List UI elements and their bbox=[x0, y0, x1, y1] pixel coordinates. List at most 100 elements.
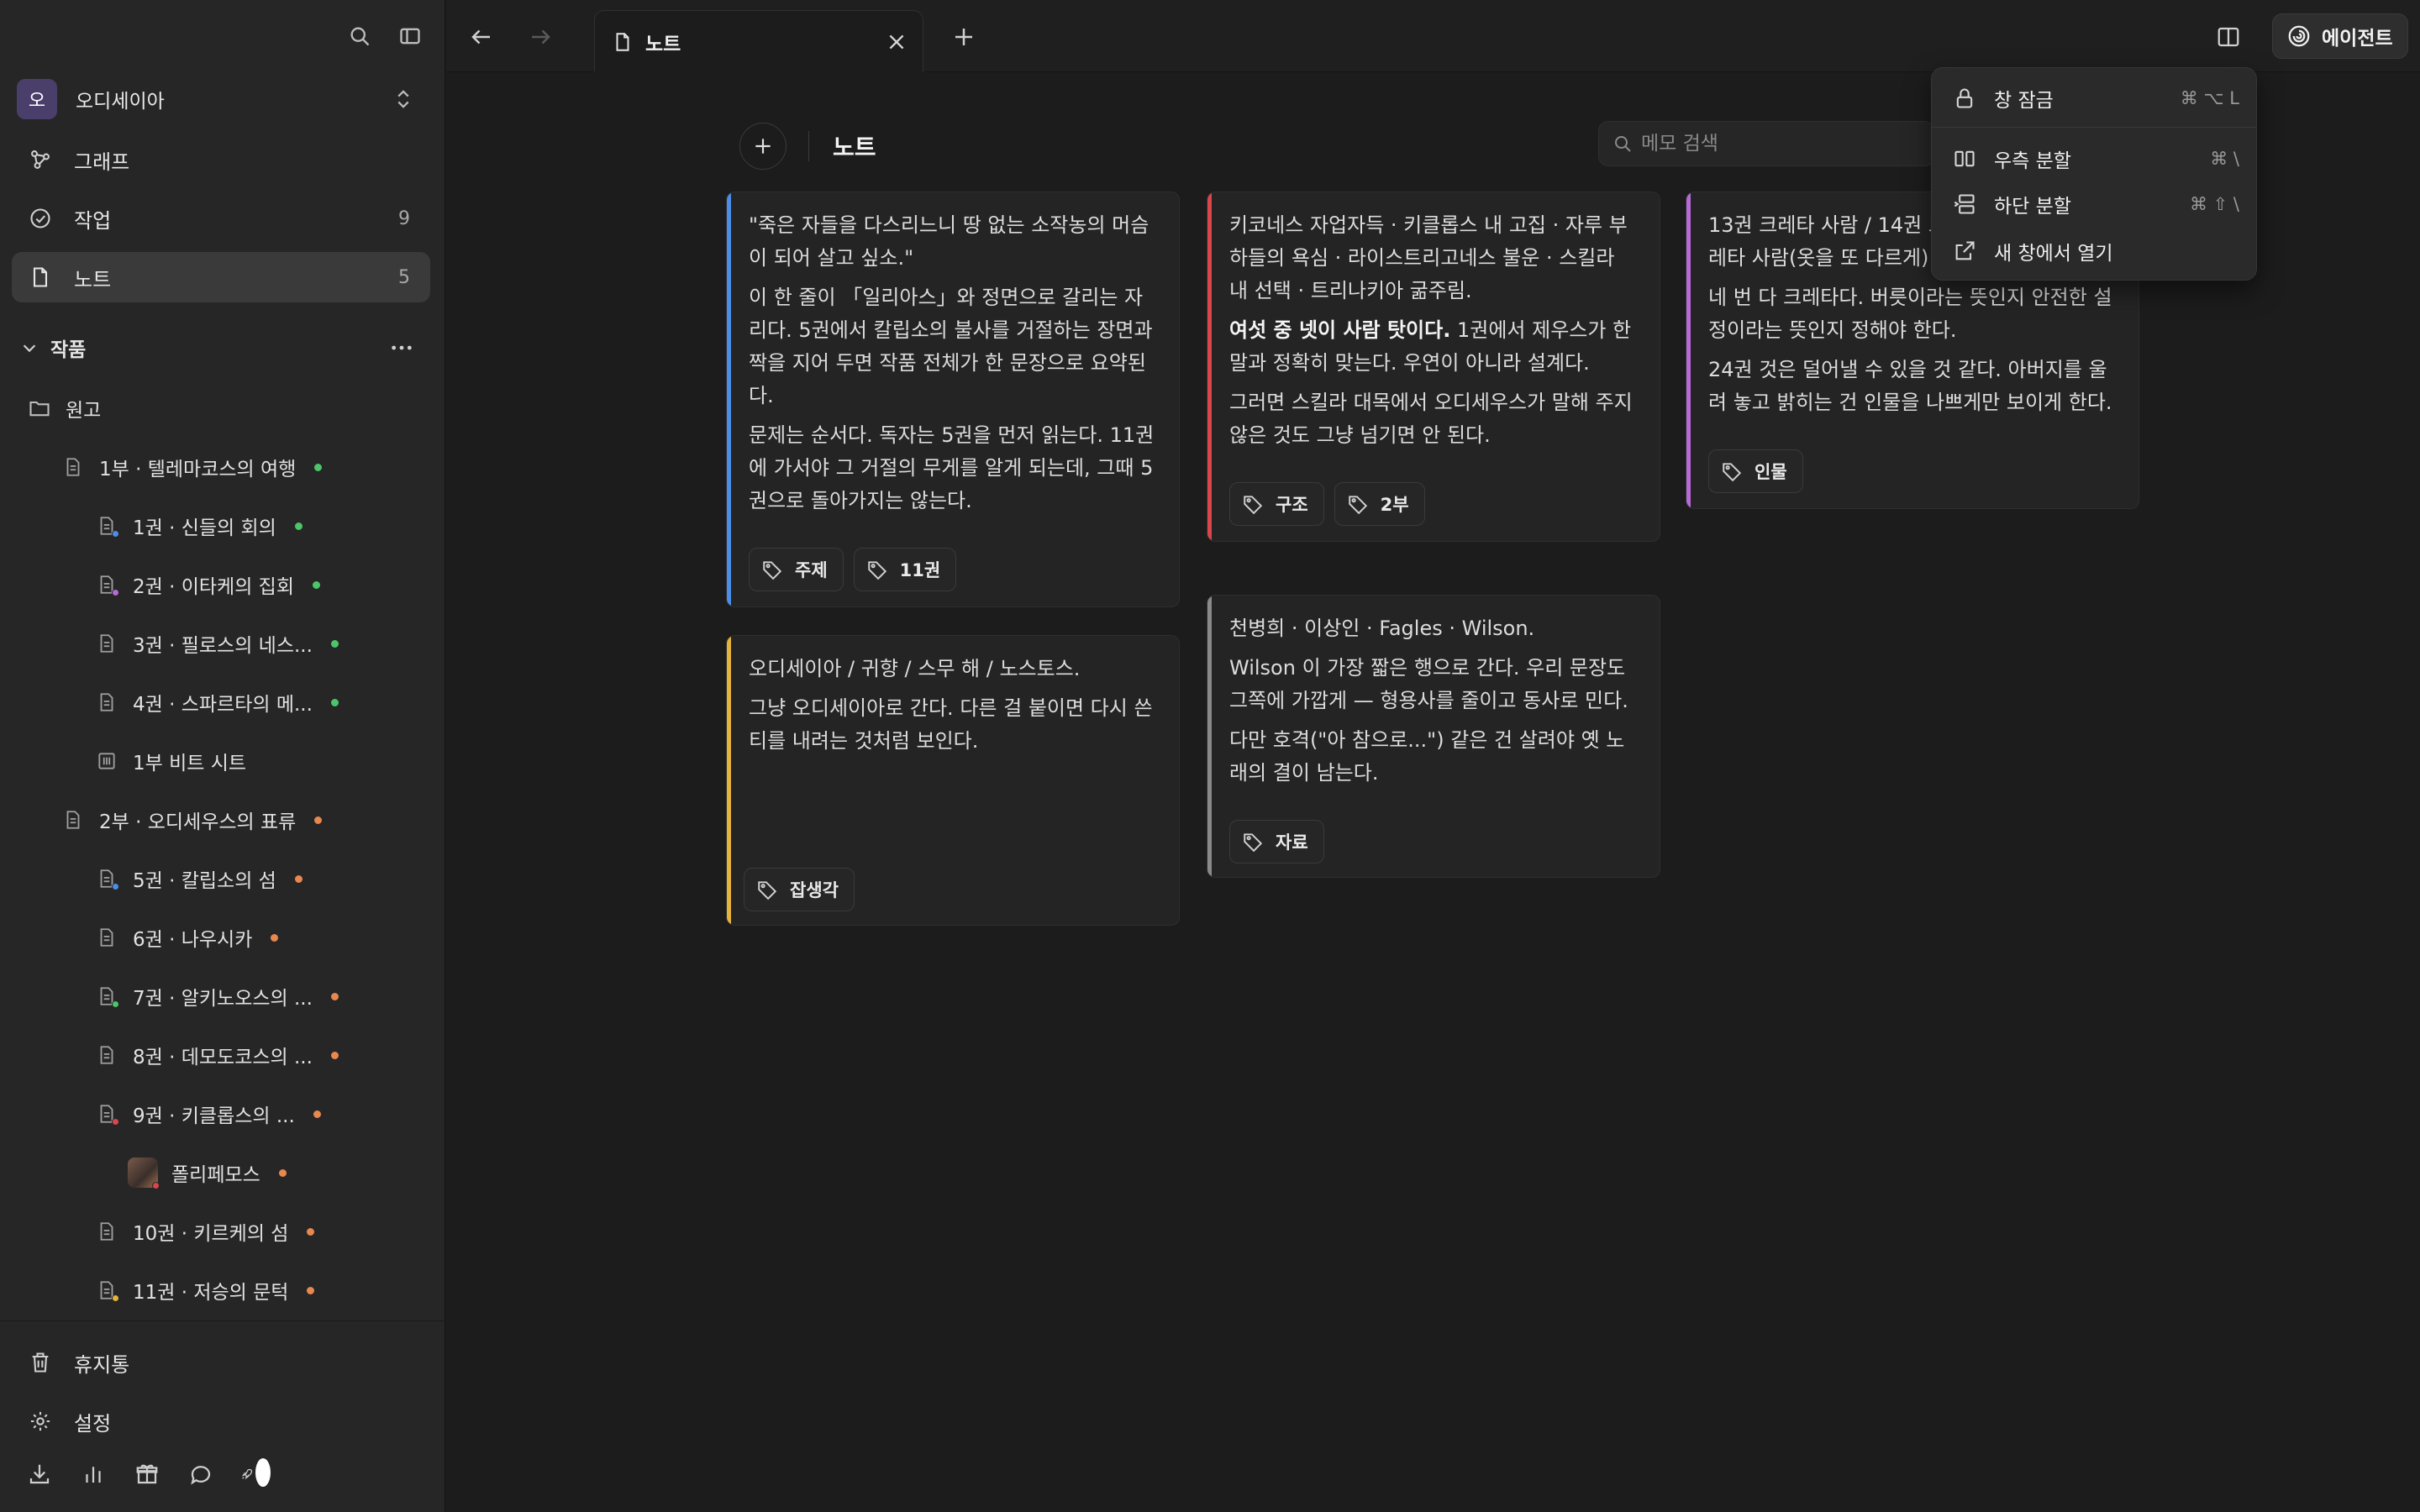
tag-chip[interactable]: 잡생각 bbox=[744, 868, 855, 911]
status-dot bbox=[307, 1286, 315, 1294]
sidebar: 오 오디세이아 그래프 작업 9 노트 5 작품 원고 1부 · 텔레마코스의 … bbox=[0, 0, 445, 1512]
nav-item-settings[interactable]: 설정 bbox=[12, 1396, 430, 1446]
tree-item-doc[interactable]: 8권 · 데모도코스의 ... bbox=[94, 1032, 339, 1079]
tree-item-doc[interactable]: 11권 · 저승의 문턱 bbox=[94, 1267, 315, 1314]
back-arrow-icon[interactable] bbox=[465, 20, 498, 54]
tag-chip[interactable]: 자료 bbox=[1229, 820, 1324, 864]
note-card[interactable]: "죽은 자들을 다스리느니 땅 없는 소작농의 머슴이 되어 살고 싶소." 이… bbox=[726, 192, 1180, 607]
rocket-icon[interactable] bbox=[240, 1458, 271, 1488]
menu-item-open-new-window[interactable]: 새 창에서 열기 bbox=[1937, 229, 2251, 273]
tree-item-doc[interactable]: 1권 · 신들의 회의 bbox=[94, 502, 302, 549]
note-text: "죽은 자들을 다스리느니 땅 없는 소작농의 머슴이 되어 살고 싶소." bbox=[749, 213, 1150, 270]
tree-label: 1부 · 텔레마코스의 여행 bbox=[99, 459, 297, 480]
split-right-icon bbox=[1952, 146, 1977, 171]
beat-sheet-icon bbox=[94, 748, 119, 774]
tag-list: 주제 11권 bbox=[749, 548, 1157, 591]
menu-item-lock-window[interactable]: 창 잠금 ⌘ ⌥ L bbox=[1937, 76, 2251, 120]
sidebar-divider bbox=[0, 1320, 445, 1321]
agent-button[interactable]: 에이전트 bbox=[2272, 13, 2408, 59]
stats-icon[interactable] bbox=[79, 1460, 108, 1488]
tree-label: 3권 · 필로스의 네스... bbox=[133, 635, 313, 657]
forward-arrow-icon[interactable] bbox=[523, 20, 557, 54]
chevron-down-icon[interactable] bbox=[20, 339, 39, 357]
tree-item-doc[interactable]: 2권 · 이타케의 집회 bbox=[94, 561, 320, 608]
tag-chip[interactable]: 11권 bbox=[853, 548, 957, 591]
sidebar-toggle-icon[interactable] bbox=[396, 22, 424, 50]
tree-label: 11권 · 저승의 문턱 bbox=[133, 1282, 289, 1304]
tag-label: 인물 bbox=[1754, 462, 1787, 482]
close-icon[interactable] bbox=[886, 31, 908, 53]
external-link-icon bbox=[1952, 239, 1977, 264]
tag-list: 자료 bbox=[1229, 820, 1638, 864]
memo-search[interactable] bbox=[1598, 121, 1934, 166]
tab-label: 노트 bbox=[645, 33, 681, 55]
workspace-switcher[interactable]: 오 오디세이아 bbox=[12, 77, 424, 121]
status-dot bbox=[314, 463, 323, 471]
status-dot bbox=[313, 580, 320, 589]
tree-item-doc[interactable]: 1부 · 텔레마코스의 여행 bbox=[60, 444, 323, 491]
tag-chip[interactable]: 주제 bbox=[749, 548, 844, 591]
tree-item-doc[interactable]: 10권 · 키르케의 섬 bbox=[94, 1208, 315, 1255]
split-view-icon[interactable] bbox=[2212, 20, 2245, 54]
tag-icon bbox=[1723, 463, 1742, 482]
tree-item-character[interactable]: 폴리페모스 bbox=[128, 1149, 287, 1196]
download-icon[interactable] bbox=[25, 1460, 54, 1488]
document-icon bbox=[94, 513, 119, 538]
note-card[interactable]: 오디세이아 / 귀향 / 스무 해 / 노스토스. 그냥 오디세이아로 간다. … bbox=[726, 635, 1180, 926]
more-icon[interactable] bbox=[388, 334, 415, 361]
new-tab-plus-icon[interactable] bbox=[947, 20, 981, 54]
gift-icon[interactable] bbox=[133, 1460, 161, 1488]
workspace-avatar: 오 bbox=[17, 79, 57, 119]
chevron-up-down-icon bbox=[392, 86, 415, 113]
nav-item-graph[interactable]: 그래프 bbox=[12, 134, 430, 185]
tab-notes[interactable]: 노트 bbox=[594, 10, 923, 72]
character-thumbnail bbox=[128, 1158, 160, 1189]
status-dot bbox=[313, 1110, 321, 1118]
tree-item-doc[interactable]: 3권 · 필로스의 네스... bbox=[94, 620, 339, 667]
status-dot bbox=[330, 698, 339, 706]
page-title: 노트 bbox=[833, 134, 876, 161]
chat-icon[interactable] bbox=[187, 1460, 215, 1488]
note-text: 키코네스 자업자득 · 키클롭스 내 고집 · 자루 부하들의 욕심 · 라이스… bbox=[1229, 213, 1628, 302]
tree-label: 5권 · 칼립소의 섬 bbox=[133, 870, 276, 892]
tree-item-doc[interactable]: 7권 · 알키노오스의 ... bbox=[94, 973, 339, 1020]
document-icon bbox=[94, 1278, 119, 1303]
add-note-button[interactable] bbox=[739, 123, 786, 170]
tree-item-doc[interactable]: 9권 · 키클롭스의 ... bbox=[94, 1090, 321, 1137]
menu-item-split-down[interactable]: 하단 분할 ⌘ ⇧ \ bbox=[1937, 182, 2251, 226]
tag-list: 잡생각 bbox=[744, 868, 855, 911]
tree-item-folder[interactable]: 원고 bbox=[27, 385, 101, 432]
document-icon bbox=[94, 984, 119, 1009]
nav-item-notes[interactable]: 노트 5 bbox=[12, 252, 430, 302]
split-down-icon bbox=[1952, 192, 1977, 217]
tree-item-doc[interactable]: 6권 · 나우시카 bbox=[94, 914, 279, 961]
section-header-works[interactable]: 작품 bbox=[12, 326, 430, 370]
tree-label: 9권 · 키클롭스의 ... bbox=[133, 1105, 295, 1127]
tag-chip[interactable]: 인물 bbox=[1708, 449, 1803, 493]
tree-item-beatsheet[interactable]: 1부 비트 시트 bbox=[94, 738, 246, 785]
tag-chip[interactable]: 구조 bbox=[1229, 482, 1324, 526]
search-icon bbox=[1612, 134, 1633, 154]
tag-icon bbox=[1244, 496, 1263, 515]
note-card[interactable]: 천병희 · 이상인 · Fagles · Wilson. Wilson 이 가장… bbox=[1207, 595, 1660, 878]
agent-label: 에이전트 bbox=[2322, 28, 2393, 50]
status-dot bbox=[330, 639, 339, 648]
tag-label: 주제 bbox=[795, 560, 828, 580]
tree-item-doc[interactable]: 5권 · 칼립소의 섬 bbox=[94, 855, 302, 902]
note-text: Wilson 이 가장 짧은 행으로 간다. 우리 문장도 그쪽에 가깝게 — … bbox=[1229, 656, 1628, 712]
note-text: 여섯 중 넷이 사람 탓이다. 1권에서 제우스가 한 말과 정확히 맞는다. … bbox=[1229, 314, 1638, 380]
tag-icon bbox=[1244, 833, 1263, 853]
status-dot bbox=[330, 992, 339, 1000]
tree-item-doc[interactable]: 2부 · 오디세우스의 표류 bbox=[60, 796, 323, 843]
nav-item-trash[interactable]: 휴지통 bbox=[12, 1337, 430, 1388]
note-card[interactable]: 키코네스 자업자득 · 키클롭스 내 고집 · 자루 부하들의 욕심 · 라이스… bbox=[1207, 192, 1660, 542]
tag-chip[interactable]: 2부 bbox=[1334, 482, 1425, 526]
document-icon bbox=[60, 454, 86, 480]
nav-item-tasks[interactable]: 작업 9 bbox=[12, 193, 430, 244]
note-text: 네 번 다 크레타다. 버릇이라는 뜻인지 안전한 설정이라는 뜻인지 정해야 … bbox=[1708, 286, 2112, 342]
tree-item-doc[interactable]: 4권 · 스파르타의 메... bbox=[94, 679, 339, 726]
menu-label: 우측 분할 bbox=[1994, 150, 2071, 172]
search-icon[interactable] bbox=[345, 22, 374, 50]
search-input[interactable] bbox=[1641, 133, 1893, 155]
menu-item-split-right[interactable]: 우측 분할 ⌘ \ bbox=[1937, 137, 2251, 181]
